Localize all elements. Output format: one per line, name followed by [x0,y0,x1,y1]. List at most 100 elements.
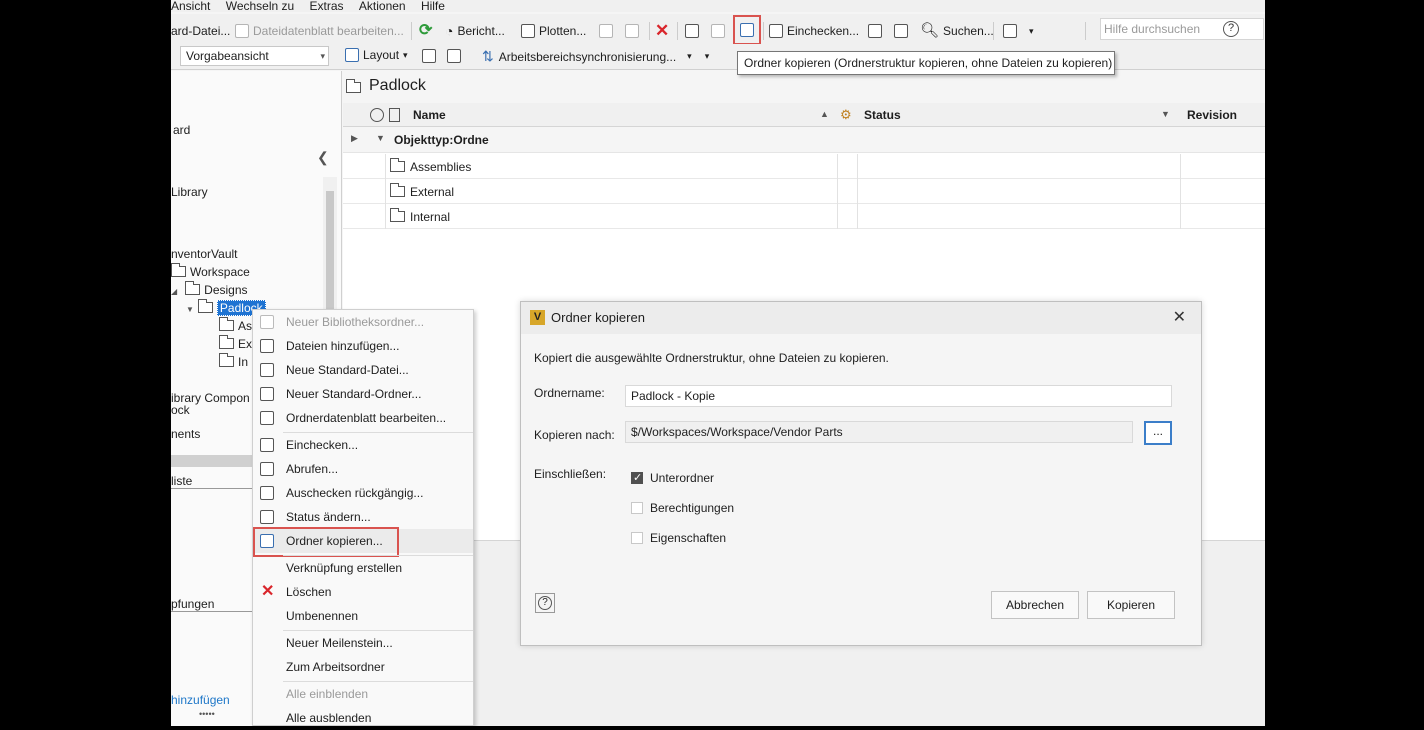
copy-to-field[interactable]: $/Workspaces/Workspace/Vendor Parts [625,421,1133,443]
menu-item-undo-checkout[interactable]: Auschecken rückgängig... [253,481,473,505]
expand-icon[interactable]: ▶ [351,133,358,144]
dialog-title: Ordner kopieren [551,310,645,325]
chevron-down-icon: ▾ [1029,26,1034,36]
help-search-input[interactable]: Hilfe durchsuchen ? [1100,18,1264,40]
copy-folder-toolbar-button[interactable] [733,15,761,45]
menu-item-copy-folder[interactable]: Ordner kopieren... [253,527,473,557]
expand-icon: ▼ [186,305,194,314]
print-preview-button[interactable] [625,21,639,41]
tree-item[interactable]: Library [171,185,208,199]
options-dropdown-button[interactable]: ▾ [1003,21,1034,41]
help-icon: ? [538,596,552,610]
table-row[interactable]: External [343,179,1265,204]
properties-checkbox[interactable] [631,532,643,544]
menu-item-add-files[interactable]: Dateien hinzufügen... [253,334,473,358]
chevron-down-icon[interactable]: ▼ [1161,109,1170,119]
link-button[interactable] [711,21,725,41]
settings-view-button[interactable] [447,49,461,66]
delete-button[interactable]: ✕ [655,21,669,41]
permissions-label: Berechtigungen [650,501,735,515]
report-button[interactable]: ◔ Bericht... [445,21,505,41]
add-link[interactable]: hinzufügen [171,693,230,707]
list-view-button[interactable] [422,49,436,66]
layout-button[interactable]: Layout ▾ [345,48,408,62]
layout-icon [345,48,359,62]
menu-item-new-standard-file[interactable]: Neue Standard-Datei... [253,358,473,382]
browse-button[interactable]: ... [1144,421,1172,445]
menu-item-new-standard-folder[interactable]: Neuer Standard-Ordner... [253,382,473,406]
change-state-icon [260,510,274,524]
subfolders-checkbox[interactable] [631,471,643,484]
plot-button[interactable]: Plotten... [521,21,586,41]
new-standard-file-button[interactable]: ard-Datei... [171,21,230,41]
tree-item-workspace[interactable]: Workspace [171,263,250,279]
tree-item[interactable]: ock [171,403,190,417]
sort-asc-icon[interactable]: ▲ [820,109,829,119]
menu-hilfe[interactable]: Hilfe [421,0,445,12]
view-select[interactable]: Vorgabeansicht [180,46,329,66]
workspace-sync-button[interactable]: ⇅ Arbeitsbereichsynchronisierung... ▾ ▾ [482,48,709,65]
menu-item-get[interactable]: Abrufen... [253,457,473,481]
tab-liste[interactable]: liste [171,474,255,489]
new-file-icon [260,363,274,377]
tree-item[interactable]: Ex [219,335,252,351]
table-row[interactable]: Internal [343,204,1265,229]
search-button[interactable]: 🔍︎ Suchen... [920,21,994,41]
edit-file-datasheet-button[interactable]: Dateidatenblatt bearbeiten... [235,21,404,41]
tree-item[interactable]: In [219,353,248,369]
menu-item-show-all[interactable]: Alle einblenden [253,682,473,706]
help-icon[interactable]: ? [1223,21,1239,37]
menu-item-check-in[interactable]: Einchecken... [253,433,473,457]
status-filter-icon[interactable]: ⚙︎ [840,107,852,123]
tree-item[interactable]: As [219,317,252,333]
column-revision[interactable]: Revision [1187,108,1237,122]
menu-item-new-milestone[interactable]: Neuer Meilenstein... [253,631,473,655]
tree-item[interactable]: ard [173,123,190,137]
refresh-button[interactable]: ⟳ [419,21,432,41]
folder-icon [390,158,405,172]
close-button[interactable]: ✕ [1173,310,1186,326]
column-name[interactable]: Name [413,108,446,122]
permissions-checkbox[interactable] [631,502,643,514]
help-button[interactable]: ? [535,593,555,613]
menu-item-new-library-folder[interactable]: Neuer Bibliotheksordner... [253,310,473,334]
grid-header: Name ▲ ⚙︎ Status ▼ Revision [343,103,1265,127]
copy-button[interactable]: Kopieren [1087,591,1175,619]
tree-item[interactable]: nents [171,427,200,441]
folder-icon [219,335,234,349]
menu-item-delete[interactable]: ✕ Löschen [253,580,473,604]
tab-verknuepfungen[interactable]: pfungen [171,597,255,612]
add-file-icon [685,24,699,38]
add-file-button[interactable] [685,21,699,41]
menu-item-change-state[interactable]: Status ändern... [253,505,473,529]
menu-wechseln-zu[interactable]: Wechseln zu [226,0,294,12]
collapse-icon[interactable]: ▼ [376,133,385,143]
menu-item-create-link[interactable]: Verknüpfung erstellen [253,556,473,580]
new-folder-icon [260,387,274,401]
column-status[interactable]: Status [864,108,901,122]
menu-aktionen[interactable]: Aktionen [359,0,406,12]
vault-logo-icon: V [530,310,545,325]
check-in-button[interactable]: Einchecken... [769,21,859,41]
table-row[interactable]: Assemblies [343,154,1265,179]
folder-name-field[interactable]: Padlock - Kopie [625,385,1172,407]
menu-item-hide-all[interactable]: Alle ausblenden [253,706,473,730]
collapse-panel-icon[interactable]: ❮ [317,149,329,166]
menu-bar: Ansicht Wechseln zu Extras Aktionen Hilf… [171,0,1265,12]
group-row[interactable]: ▶ ▼ Objekttyp:Ordne [343,127,1265,153]
grip-icon[interactable]: ••••• [199,709,215,719]
menu-extras[interactable]: Extras [310,0,344,12]
print-button[interactable] [599,21,613,41]
tree-item-designs[interactable]: ◢ Designs [171,281,248,297]
menu-item-go-to-working-folder[interactable]: Zum Arbeitsordner [253,655,473,679]
tree-item[interactable]: nventorVault [171,247,238,261]
menu-item-edit-folder-datasheet[interactable]: Ordnerdatenblatt bearbeiten... [253,406,473,430]
menu-ansicht[interactable]: Ansicht [171,0,210,12]
report-icon: ◔ [445,23,454,39]
print-preview-icon [625,24,639,38]
menu-item-rename[interactable]: Umbenennen [253,604,473,628]
panel-divider[interactable] [171,455,255,467]
get-button[interactable] [868,21,882,41]
undo-checkout-button[interactable] [894,21,908,41]
cancel-button[interactable]: Abbrechen [991,591,1079,619]
